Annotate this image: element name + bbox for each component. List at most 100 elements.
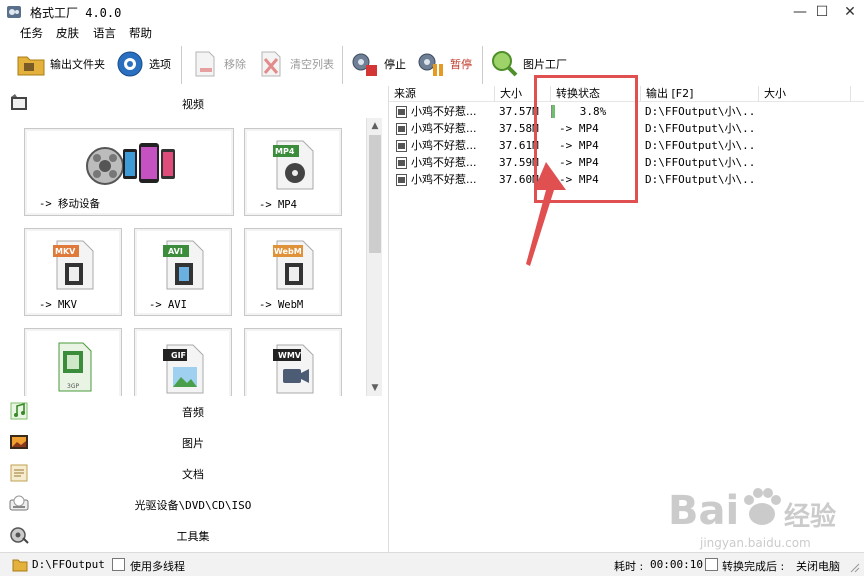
- category-document-label: 文档: [182, 468, 204, 481]
- folder-icon: [17, 56, 45, 76]
- stop-label: 停止: [384, 58, 406, 71]
- tile-mobile-device[interactable]: -> 移动设备: [24, 128, 234, 216]
- scroll-down-arrow-icon[interactable]: ▼: [367, 380, 383, 396]
- picture-factory-label: 图片工厂: [523, 58, 567, 71]
- remove-file-icon: [195, 51, 215, 77]
- video-file-icon: [396, 106, 407, 118]
- elapsed-time: 00:00:10: [650, 558, 703, 571]
- tile-mp4-label: -> MP4: [259, 199, 297, 211]
- folder-icon: [12, 559, 28, 572]
- category-disc[interactable]: 光驱设备\DVD\CD\ISO: [0, 489, 386, 519]
- column-output-size[interactable]: 大小: [759, 86, 851, 102]
- tile-mkv-label: -> MKV: [39, 299, 77, 311]
- category-tools-label: 工具集: [176, 530, 210, 543]
- menu-task[interactable]: 任务: [20, 25, 43, 41]
- elapsed-label: 耗时 :: [614, 560, 644, 573]
- 3gp-badge: 3GP: [67, 383, 80, 390]
- scroll-up-arrow-icon[interactable]: ▲: [367, 118, 383, 134]
- menu-skin[interactable]: 皮肤: [56, 25, 79, 41]
- task-output: D:\FFOutput\小\...: [645, 173, 757, 186]
- video-file-icon: [396, 174, 407, 186]
- output-path[interactable]: D:\FFOutput: [32, 558, 105, 571]
- clear-list-button[interactable]: 清空列表: [256, 48, 334, 80]
- category-video[interactable]: 视频: [0, 88, 386, 118]
- task-source: 小鸡不好惹...: [411, 105, 477, 118]
- options-button[interactable]: 选项: [115, 48, 171, 80]
- task-source: 小鸡不好惹...: [411, 156, 477, 169]
- tile-mp4[interactable]: MP4 -> MP4: [244, 128, 342, 216]
- window-title: 格式工厂 4.0.0: [30, 6, 122, 20]
- category-video-label: 视频: [182, 98, 204, 111]
- tile-webm[interactable]: WebM -> WebM: [244, 228, 342, 316]
- clear-list-icon: [261, 51, 281, 77]
- category-disc-label: 光驱设备\DVD\CD\ISO: [134, 499, 252, 512]
- gear-icon: [117, 51, 143, 77]
- clear-list-label: 清空列表: [290, 58, 334, 71]
- wmv-badge: WMV: [278, 351, 301, 360]
- gif-file-icon: [163, 344, 204, 394]
- avi-badge: AVI: [168, 247, 183, 256]
- task-source: 小鸡不好惹...: [411, 122, 477, 135]
- pause-label: 暂停: [450, 58, 472, 71]
- multithread-checkbox[interactable]: [112, 558, 125, 571]
- menu-help[interactable]: 帮助: [129, 25, 152, 41]
- remove-button[interactable]: 移除: [190, 48, 246, 80]
- task-output: D:\FFOutput\小\...: [645, 105, 757, 118]
- category-picture-label: 图片: [182, 437, 204, 450]
- mp4-badge: MP4: [275, 147, 295, 156]
- tile-wmv[interactable]: WMV: [244, 328, 342, 396]
- video-file-icon: [396, 157, 407, 169]
- close-button[interactable]: ✕: [836, 0, 864, 24]
- video-format-grid: -> 移动设备 MP4 -> MP4 MKV -> MKV AVI -> AVI…: [0, 118, 368, 396]
- task-source: 小鸡不好惹...: [411, 173, 477, 186]
- category-picture[interactable]: 图片: [0, 427, 386, 457]
- after-done-label: 转换完成后 :: [722, 560, 785, 573]
- mkv-badge: MKV: [55, 247, 76, 256]
- video-file-icon: [396, 123, 407, 135]
- after-done-action[interactable]: 关闭电脑: [796, 558, 840, 574]
- watermark-brand-suffix: 经验: [784, 502, 837, 532]
- pause-button[interactable]: 暂停: [416, 48, 472, 80]
- task-output: D:\FFOutput\小\...: [645, 156, 757, 169]
- category-tools[interactable]: 工具集: [0, 520, 386, 550]
- task-output: D:\FFOutput\小\...: [645, 139, 757, 152]
- task-source: 小鸡不好惹...: [411, 139, 477, 152]
- tile-3gp[interactable]: 3GP: [24, 328, 122, 396]
- stop-icon: [352, 53, 377, 76]
- category-panel: 视频 -> 移动设备 MP4 -> MP4 MKV -> MKV AVI -> …: [0, 88, 386, 552]
- tile-avi-label: -> AVI: [149, 299, 187, 311]
- mp4-file-icon: [273, 140, 314, 190]
- magnifier-icon: [492, 51, 518, 77]
- menu-language[interactable]: 语言: [93, 25, 116, 41]
- status-bar: D:\FFOutput 使用多线程 耗时 : 00:00:10 转换完成后 : …: [0, 552, 864, 576]
- category-audio[interactable]: 音频: [0, 396, 386, 426]
- format-grid-scrollbar[interactable]: ▲ ▼: [366, 118, 382, 396]
- format-factory-icon: [7, 6, 21, 18]
- options-label: 选项: [149, 58, 171, 71]
- title-bar: 格式工厂 4.0.0 — ☐ ✕: [0, 0, 864, 24]
- scroll-thumb[interactable]: [369, 135, 381, 253]
- stop-button[interactable]: 停止: [350, 48, 406, 80]
- task-output: D:\FFOutput\小\...: [645, 122, 757, 135]
- menu-bar: 任务 皮肤 语言 帮助: [0, 24, 864, 42]
- watermark-url: jingyan.baidu.com: [700, 536, 811, 550]
- mkv-file-icon: [53, 240, 94, 290]
- maximize-button[interactable]: ☐: [808, 0, 836, 24]
- category-document[interactable]: 文档: [0, 458, 386, 488]
- gif-badge: GIF: [171, 351, 187, 360]
- tile-avi[interactable]: AVI -> AVI: [134, 228, 232, 316]
- resize-grip-icon[interactable]: [848, 561, 860, 573]
- output-folder-label: 输出文件夹: [50, 58, 105, 71]
- tile-mkv[interactable]: MKV -> MKV: [24, 228, 122, 316]
- after-done-checkbox[interactable]: [705, 558, 718, 571]
- toolbar-divider: [482, 46, 483, 84]
- toolbar: 输出文件夹 选项 移除 清空列表 停止 暂停 图片工厂: [0, 42, 864, 88]
- watermark-brand: Bai: [668, 488, 740, 534]
- tile-mobile-device-label: -> 移动设备: [39, 198, 100, 210]
- column-output[interactable]: 输出 [F2]: [641, 86, 759, 102]
- tile-gif[interactable]: GIF: [134, 328, 232, 396]
- paw-icon: [744, 488, 781, 525]
- output-folder-button[interactable]: 输出文件夹: [16, 48, 105, 80]
- column-source[interactable]: 来源: [389, 86, 495, 102]
- avi-file-icon: [163, 240, 204, 290]
